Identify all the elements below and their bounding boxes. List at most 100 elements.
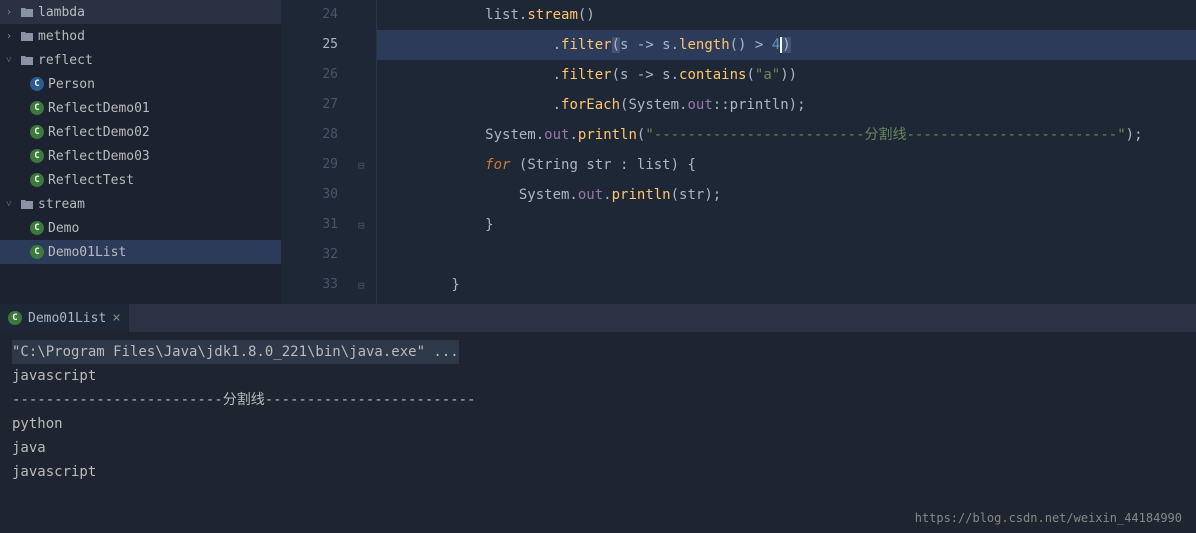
token: () [578, 7, 595, 23]
tree-file[interactable]: C ReflectTest [0, 168, 281, 192]
line-number[interactable]: 33 [281, 270, 338, 300]
token: println [612, 187, 671, 203]
token: . [384, 97, 561, 113]
tree-label: ReflectDemo01 [48, 101, 150, 116]
token: forEach [561, 97, 620, 113]
code-editor[interactable]: 24252627282930313233 ⊟⊟⊟ list.stream() .… [281, 0, 1196, 304]
run-tab[interactable]: C Demo01List × [0, 304, 129, 332]
token: println [578, 127, 637, 143]
console-line: javascript [12, 364, 1184, 388]
code-area[interactable]: list.stream() .filter(s -> s.length() > … [376, 0, 1196, 304]
line-number[interactable]: 29 [281, 150, 338, 180]
chevron-icon: › [6, 31, 16, 42]
token: System. [628, 97, 687, 113]
tree-label: ReflectTest [48, 173, 134, 188]
line-number[interactable]: 31 [281, 210, 338, 240]
tree-label: ReflectDemo03 [48, 149, 150, 164]
token: . [569, 127, 577, 143]
token: out [578, 187, 603, 203]
token [384, 187, 519, 203]
token: stream [527, 7, 578, 23]
fold-marker-icon[interactable]: ⊟ [358, 279, 365, 292]
tree-file[interactable]: C Demo01List [0, 240, 281, 264]
tree-file[interactable]: CReflectDemo01 [0, 96, 281, 120]
line-number[interactable]: 26 [281, 60, 338, 90]
token: System. [519, 187, 578, 203]
token: ::println); [713, 97, 806, 113]
tree-file[interactable]: CPerson [0, 72, 281, 96]
tree-label: method [38, 29, 85, 44]
line-gutter: 24252627282930313233 [281, 0, 356, 304]
tree-label: Demo01List [48, 245, 126, 260]
code-line[interactable]: .forEach(System.out::println); [376, 90, 1196, 120]
token: ( [612, 37, 620, 53]
token: ( [510, 157, 527, 173]
tree-file[interactable]: C ReflectDemo03 [0, 144, 281, 168]
token: for [485, 157, 510, 173]
token: ); [1126, 127, 1143, 143]
tree-folder[interactable]: ›lambda [0, 0, 281, 24]
code-line[interactable]: list.stream() [376, 0, 1196, 30]
line-number[interactable]: 32 [281, 240, 338, 270]
console-line: java [12, 436, 1184, 460]
close-icon[interactable]: × [112, 310, 120, 326]
project-tree[interactable]: ›lambda›method˅reflectCPersonCReflectDem… [0, 0, 281, 304]
chevron-icon: › [6, 7, 16, 18]
fold-marker-icon[interactable]: ⊟ [358, 159, 365, 172]
token: s -> s. [620, 37, 679, 53]
tree-label: ReflectDemo02 [48, 125, 150, 140]
line-number[interactable]: 28 [281, 120, 338, 150]
code-line[interactable]: } [376, 270, 1196, 300]
chevron-icon: ˅ [6, 199, 16, 210]
code-line[interactable]: .filter(s -> s.contains("a")) [376, 60, 1196, 90]
token: . [603, 187, 611, 203]
folder-icon [20, 53, 34, 67]
line-number[interactable]: 24 [281, 0, 338, 30]
token: contains [679, 67, 746, 83]
code-line[interactable]: .filter(s -> s.length() > 4) [376, 30, 1196, 60]
line-number[interactable]: 25 [281, 30, 338, 60]
code-line[interactable]: for (String str : list) { [376, 150, 1196, 180]
run-tab-bar: C Demo01List × [0, 304, 1196, 332]
token: System. [485, 127, 544, 143]
tree-label: stream [38, 197, 85, 212]
tree-file[interactable]: C Demo [0, 216, 281, 240]
token: ) [780, 37, 790, 53]
tree-file[interactable]: CReflectDemo02 [0, 120, 281, 144]
tree-folder[interactable]: ˅ stream [0, 192, 281, 216]
token: filter [561, 67, 612, 83]
token: filter [561, 37, 612, 53]
token: list. [485, 7, 527, 23]
token: 4 [772, 37, 780, 53]
code-line[interactable]: System.out.println("--------------------… [376, 120, 1196, 150]
tree-label: Demo [48, 221, 79, 236]
tree-label: Person [48, 77, 95, 92]
token: ( [746, 67, 754, 83]
console-line: -------------------------分割线------------… [12, 388, 1184, 412]
line-number[interactable]: 30 [281, 180, 338, 210]
class-icon: C [30, 245, 44, 259]
console-cmd: "C:\Program Files\Java\jdk1.8.0_221\bin\… [12, 340, 1184, 364]
token: } [384, 277, 460, 293]
class-icon: C [30, 173, 44, 187]
class-icon: C [30, 221, 44, 235]
token: out [544, 127, 569, 143]
code-line[interactable]: System.out.println(str); [376, 180, 1196, 210]
token: length [679, 37, 730, 53]
line-number[interactable]: 27 [281, 90, 338, 120]
token [384, 127, 485, 143]
token: "-------------------------分割线-----------… [645, 127, 1125, 143]
folder-icon [20, 29, 34, 43]
folder-icon [20, 197, 34, 211]
code-line[interactable]: } [376, 210, 1196, 240]
chevron-icon: ˅ [6, 55, 16, 66]
class-icon: C [30, 149, 44, 163]
token: . [384, 37, 561, 53]
fold-marker-icon[interactable]: ⊟ [358, 219, 365, 232]
tree-folder[interactable]: › method [0, 24, 281, 48]
token: "a" [755, 67, 780, 83]
code-line[interactable] [376, 240, 1196, 270]
console-output[interactable]: "C:\Program Files\Java\jdk1.8.0_221\bin\… [0, 332, 1196, 533]
fold-column[interactable]: ⊟ ⊟ ⊟ [356, 0, 376, 304]
tree-folder[interactable]: ˅reflect [0, 48, 281, 72]
